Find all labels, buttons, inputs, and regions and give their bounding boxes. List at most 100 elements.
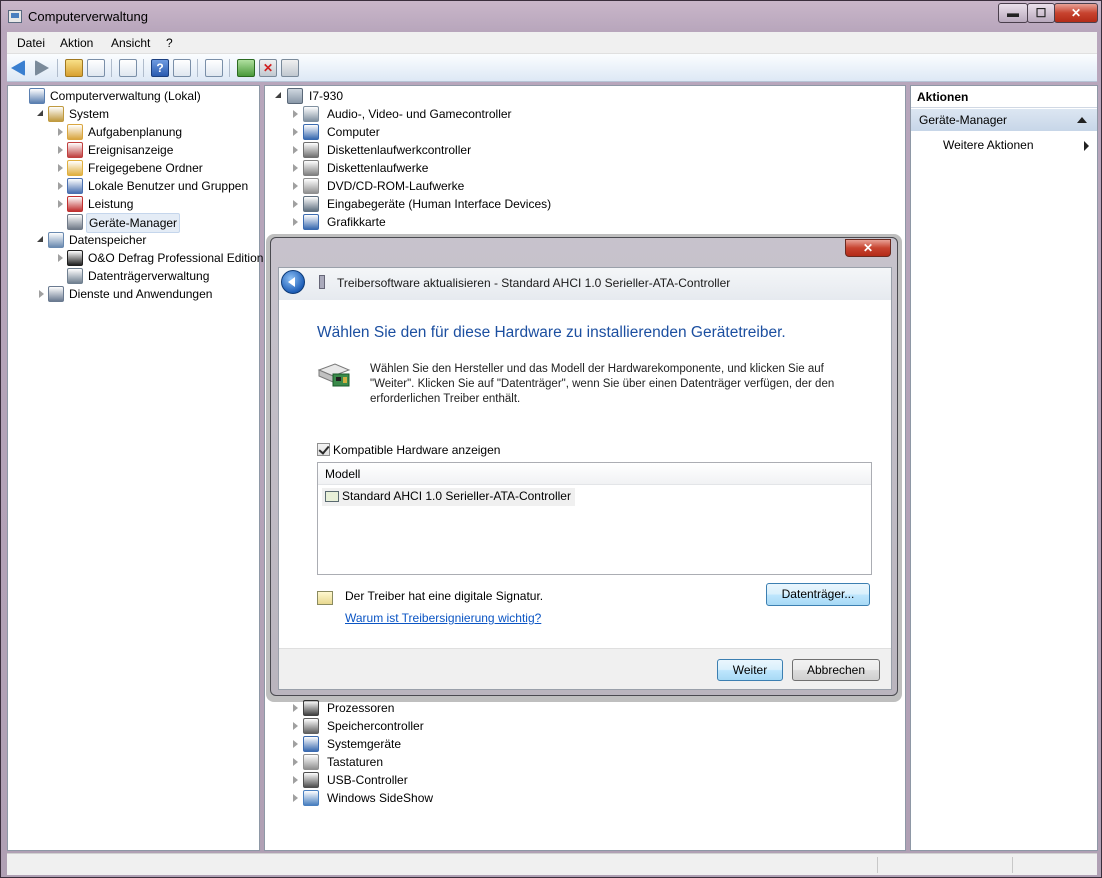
collapse-icon[interactable]	[275, 92, 281, 98]
expand-icon[interactable]	[293, 146, 298, 154]
expand-icon[interactable]	[293, 110, 298, 118]
toolbar: ? ✕	[7, 54, 1097, 82]
title-bar[interactable]: Computerverwaltung ▬ ☐ ✕	[1, 1, 1101, 31]
show-hide-console-tree-icon[interactable]	[87, 59, 105, 77]
close-button[interactable]: ✕	[1054, 3, 1098, 23]
expand-icon[interactable]	[58, 200, 63, 208]
back-button[interactable]	[281, 270, 305, 294]
scan-hardware-icon[interactable]	[205, 59, 223, 77]
collapse-up-icon[interactable]	[1077, 117, 1087, 123]
device-category-label: DVD/CD-ROM-Laufwerke	[327, 179, 465, 193]
storage-icon	[48, 232, 64, 248]
model-column-header[interactable]: Modell	[318, 463, 871, 485]
maximize-button[interactable]: ☐	[1027, 3, 1055, 23]
dialog-close-button[interactable]: ✕	[845, 239, 891, 257]
expand-icon[interactable]	[293, 200, 298, 208]
actions-header: Aktionen	[911, 86, 1097, 108]
display-adapter-icon	[303, 214, 319, 230]
expand-icon[interactable]	[293, 704, 298, 712]
expand-icon[interactable]	[293, 164, 298, 172]
collapse-icon[interactable]	[37, 110, 43, 116]
disable-device-icon[interactable]	[281, 59, 299, 77]
dialog-content: Treibersoftware aktualisieren - Standard…	[278, 267, 892, 690]
device-category-label: Speichercontroller	[327, 719, 424, 733]
hid-icon	[303, 196, 319, 212]
signature-status-text: Der Treiber hat eine digitale Signatur.	[345, 589, 544, 603]
signature-info-link[interactable]: Warum ist Treibersignierung wichtig?	[345, 611, 541, 625]
properties-icon[interactable]	[119, 59, 137, 77]
show-action-pane-icon[interactable]	[173, 59, 191, 77]
speaker-icon	[303, 106, 319, 122]
window-title: Computerverwaltung	[28, 9, 148, 24]
compatible-hardware-checkbox[interactable]	[317, 443, 330, 456]
sideshow-icon	[303, 790, 319, 806]
dialog-title: Treibersoftware aktualisieren - Standard…	[337, 276, 731, 290]
expand-icon[interactable]	[293, 794, 298, 802]
clock-icon	[67, 124, 83, 140]
help-icon[interactable]: ?	[151, 59, 169, 77]
list-item[interactable]: Standard AHCI 1.0 Serieller-ATA-Controll…	[322, 488, 575, 506]
users-icon	[67, 178, 83, 194]
dialog-header: Treibersoftware aktualisieren - Standard…	[279, 268, 891, 300]
expand-icon[interactable]	[58, 128, 63, 136]
defrag-icon	[67, 250, 83, 266]
toolbar-separator	[143, 59, 144, 77]
floppy-drive-icon	[303, 160, 319, 176]
expand-icon[interactable]	[58, 182, 63, 190]
tree-item-label: Computerverwaltung (Lokal)	[50, 89, 201, 103]
expand-icon[interactable]	[293, 218, 298, 226]
tree-item-label: O&O Defrag Professional Edition	[88, 251, 264, 265]
model-list[interactable]: Modell Standard AHCI 1.0 Serieller-ATA-C…	[317, 462, 872, 575]
cancel-button[interactable]: Abbrechen	[792, 659, 880, 681]
more-actions-link[interactable]: Weitere Aktionen	[943, 138, 1034, 152]
device-category-label: Tastaturen	[327, 755, 384, 769]
submenu-arrow-icon[interactable]	[1084, 141, 1089, 151]
up-folder-icon[interactable]	[65, 59, 83, 77]
update-driver-icon[interactable]	[237, 59, 255, 77]
dvd-drive-icon	[303, 178, 319, 194]
expand-icon[interactable]	[293, 740, 298, 748]
device-category-label: Diskettenlaufwerke	[327, 161, 429, 175]
tree-item-label: Datenspeicher	[69, 233, 147, 247]
device-category-label: Computer	[327, 125, 380, 139]
expand-icon[interactable]	[293, 776, 298, 784]
usb-icon	[303, 772, 319, 788]
device-icon	[319, 275, 325, 289]
expand-icon[interactable]	[58, 146, 63, 154]
collapse-icon[interactable]	[37, 236, 43, 242]
menu-ansicht[interactable]: Ansicht	[111, 36, 150, 50]
device-category-label: Systemgeräte	[327, 737, 402, 751]
uninstall-icon[interactable]: ✕	[259, 59, 277, 77]
expand-icon[interactable]	[293, 722, 298, 730]
expand-icon[interactable]	[293, 182, 298, 190]
expand-icon[interactable]	[58, 254, 63, 262]
status-divider	[1012, 857, 1013, 873]
driver-icon	[325, 491, 339, 502]
expand-icon[interactable]	[58, 164, 63, 172]
menu-aktion[interactable]: Aktion	[60, 36, 93, 50]
status-bar	[7, 853, 1097, 875]
device-category-label: Audio-, Video- und Gamecontroller	[327, 107, 512, 121]
menu-help[interactable]: ?	[166, 36, 173, 50]
next-button[interactable]: Weiter	[717, 659, 783, 681]
back-arrow-icon[interactable]	[11, 60, 25, 76]
toolbar-separator	[111, 59, 112, 77]
expand-icon[interactable]	[39, 290, 44, 298]
tree-item-label: Geräte-Manager	[86, 213, 181, 233]
update-driver-dialog: ✕ Treibersoftware aktualisieren - Standa…	[270, 237, 898, 696]
dialog-footer: Weiter Abbrechen	[279, 648, 891, 689]
have-disk-button[interactable]: Datenträger...	[766, 583, 870, 606]
system-devices-icon	[303, 736, 319, 752]
actions-group-device-manager[interactable]: Geräte-Manager	[911, 109, 1097, 131]
list-item-label: Standard AHCI 1.0 Serieller-ATA-Controll…	[342, 489, 571, 503]
expand-icon[interactable]	[293, 128, 298, 136]
forward-arrow-icon[interactable]	[35, 60, 49, 76]
tree-item-label: Freigegebene Ordner	[88, 161, 203, 175]
shared-folder-icon	[67, 160, 83, 176]
minimize-button[interactable]: ▬	[998, 3, 1028, 23]
tree-item-label: Lokale Benutzer und Gruppen	[88, 179, 249, 193]
menu-datei[interactable]: Datei	[17, 36, 45, 50]
toolbar-separator	[57, 59, 58, 77]
expand-icon[interactable]	[293, 758, 298, 766]
compatible-hardware-label[interactable]: Kompatible Hardware anzeigen	[333, 443, 500, 457]
